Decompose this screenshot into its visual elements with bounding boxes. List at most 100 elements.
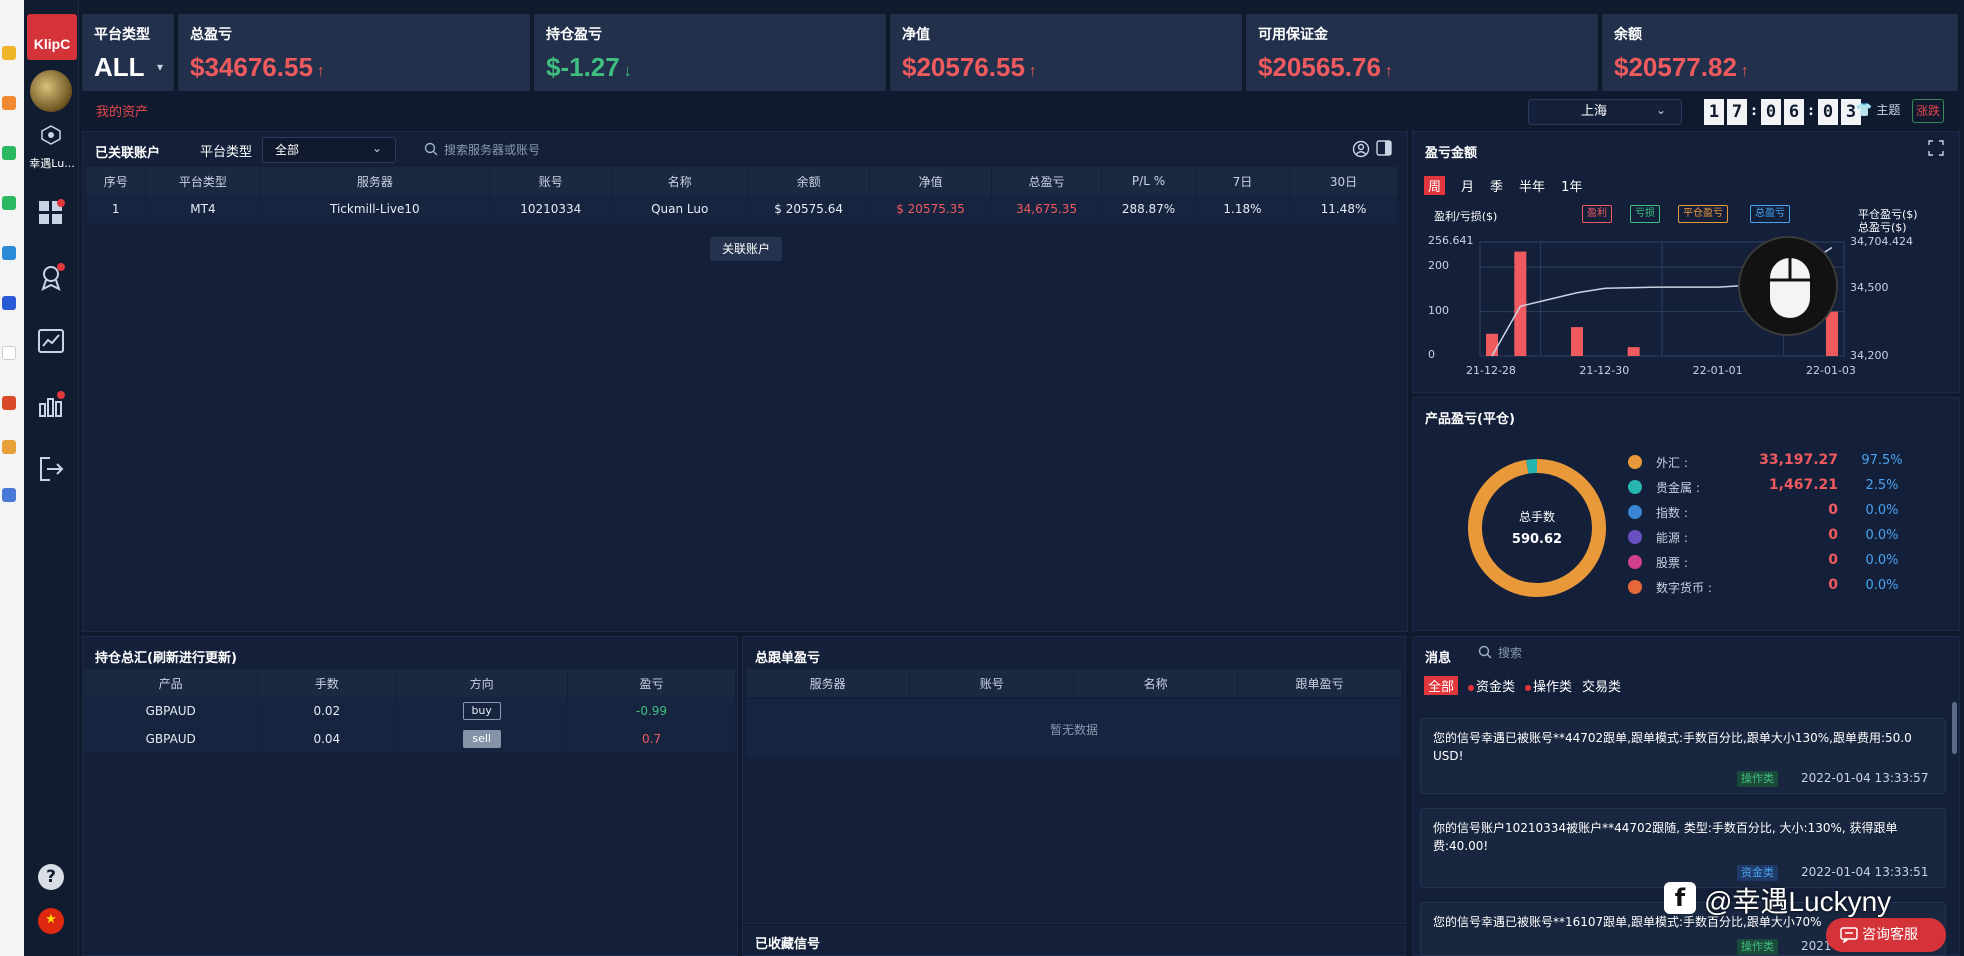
product-legend-row: 能源 : 0 0.0% — [1628, 527, 1928, 547]
tab-month[interactable]: 月 — [1461, 176, 1474, 195]
position-pnl-card: 持仓盈亏 $-1.27 ↓ — [534, 14, 886, 91]
message-item[interactable]: 你的信号账户10210334被账户**44702跟随, 类型:手数百分比, 大小… — [1420, 808, 1946, 888]
cell-pnl: 0.7 — [567, 725, 736, 753]
column-header: 30日 — [1289, 167, 1399, 195]
trend-chart-icon[interactable] — [36, 326, 66, 356]
product-percent: 0.0% — [1865, 578, 1899, 593]
legend-total-pnl[interactable]: 总盈亏 — [1750, 205, 1790, 223]
column-header: 平台类型 — [145, 167, 261, 195]
expand-icon[interactable] — [1928, 140, 1944, 156]
app-icon — [2, 396, 16, 410]
legend-dot — [1628, 455, 1642, 469]
product-value: 0 — [1828, 527, 1838, 543]
balance-value: $20577.82 ↑ — [1614, 52, 1749, 82]
theme-button[interactable]: 👕 主题 — [1856, 101, 1900, 118]
product-name: 能源 : — [1656, 531, 1688, 545]
cell-product: GBPAUD — [84, 725, 259, 753]
legend-closed-pnl[interactable]: 平仓盈亏 — [1678, 205, 1728, 223]
logout-icon[interactable] — [36, 454, 66, 484]
column-header: 账号 — [489, 167, 613, 195]
tab-funds[interactable]: 资金类 — [1468, 676, 1515, 695]
column-header: 服务器 — [746, 669, 911, 697]
product-percent: 0.0% — [1865, 503, 1899, 518]
equity-card: 净值 $20576.55 ↑ — [890, 14, 1242, 91]
product-value: 33,197.27 — [1759, 452, 1838, 468]
table-row[interactable]: 1 MT4 Tickmill-Live10 10210334 Quan Luo … — [86, 195, 1399, 223]
legend-loss[interactable]: 亏损 — [1630, 205, 1660, 223]
positions-summary-title: 持仓总汇(刷新进行更新) — [95, 651, 237, 666]
award-icon[interactable] — [36, 262, 66, 292]
total-pnl-value: $34676.55 ↑ — [190, 52, 325, 82]
platform-filter-label: 平台类型 — [200, 145, 253, 160]
clock: 1 7 : 0 6 : 0 3 — [1704, 99, 1861, 125]
legend-dot — [1628, 555, 1642, 569]
bookmark-icon — [2, 46, 16, 60]
table-row[interactable]: GBPAUD 0.04 sell 0.7 — [84, 725, 736, 753]
message-tag: 资金类 — [1737, 865, 1778, 881]
sidebar-toggle-icon[interactable] — [1376, 140, 1392, 156]
clock-digit: 0 — [1818, 99, 1838, 125]
help-icon[interactable]: ? — [38, 864, 64, 890]
product-pnl-title: 产品盈亏(平仓) — [1425, 412, 1515, 427]
y2-axis-tick-label: 34,704.424 — [1850, 235, 1913, 248]
free-margin-card: 可用保证金 $20565.76 ↑ — [1246, 14, 1598, 91]
donut-center-value: 590.62 — [1511, 532, 1563, 547]
message-time: 2022-01-04 13:33:51 — [1801, 865, 1929, 879]
tab-trades[interactable]: 交易类 — [1582, 676, 1621, 695]
messages-title: 消息 — [1425, 651, 1452, 666]
user-circle-icon[interactable] — [1352, 140, 1370, 158]
total-pnl-label: 总盈亏 — [190, 27, 232, 43]
tab-week[interactable]: 周 — [1424, 176, 1446, 195]
tab-all[interactable]: 全部 — [1424, 676, 1459, 695]
legend-dot — [1628, 480, 1642, 494]
message-search-input[interactable]: 搜索 — [1498, 644, 1522, 661]
unread-dot — [1525, 684, 1532, 691]
clock-digit: 1 — [1704, 99, 1724, 125]
column-header: 7日 — [1195, 167, 1290, 195]
klipc-logo[interactable]: KlipC — [27, 14, 77, 60]
avatar[interactable] — [30, 70, 72, 112]
scrollbar[interactable] — [1952, 702, 1957, 754]
message-item[interactable]: 您的信号幸遇已被账号**44702跟单,跟单模式:手数百分比,跟单大小130%,… — [1420, 718, 1946, 794]
notification-dot — [57, 199, 65, 207]
period-tabs: 周 月 季 半年 1年 — [1424, 176, 1582, 195]
column-header: 服务器 — [259, 167, 491, 195]
balance-card: 余额 $20577.82 ↑ — [1602, 14, 1958, 91]
follow-table: 服务器 账号 名称 跟单盈亏 — [746, 669, 1402, 697]
clock-colon: : — [1751, 104, 1757, 119]
tab-operations[interactable]: 操作类 — [1525, 676, 1572, 695]
product-percent: 97.5% — [1861, 453, 1903, 468]
unread-dot — [1468, 684, 1475, 691]
tab-year[interactable]: 1年 — [1561, 176, 1582, 195]
chevron-down-icon[interactable]: ▾ — [157, 60, 163, 74]
column-header: 账号 — [909, 669, 1075, 697]
product-value: 0 — [1828, 552, 1838, 568]
product-name: 外汇 : — [1656, 456, 1688, 470]
my-assets-link[interactable]: 我的资产 — [96, 101, 148, 120]
arrow-up-icon: ↑ — [1740, 63, 1749, 80]
dashboard-icon[interactable] — [36, 198, 66, 228]
table-row[interactable]: GBPAUD 0.02 buy -0.99 — [84, 697, 736, 725]
china-flag-icon[interactable]: ★ — [38, 908, 64, 934]
y2-axis-tick-label: 34,500 — [1850, 281, 1889, 295]
app-icon — [2, 146, 16, 160]
rise-fall-toggle[interactable]: 涨跌 — [1912, 99, 1944, 123]
bar-stats-icon[interactable] — [36, 390, 66, 420]
chart-bar — [1571, 327, 1583, 356]
cell-7d: 1.18% — [1195, 195, 1290, 223]
product-legend-row: 数字货币 : 0 0.0% — [1628, 577, 1928, 597]
tab-quarter[interactable]: 季 — [1490, 176, 1503, 195]
username: 幸遇Lu... — [29, 157, 75, 170]
platform-value-wrap[interactable]: ALL — [82, 14, 174, 91]
free-margin-label: 可用保证金 — [1258, 27, 1328, 43]
table-header-row: 产品 手数 方向 盈亏 — [84, 669, 736, 697]
search-input[interactable]: 搜索服务器或账号 — [444, 141, 540, 158]
column-header: 余额 — [747, 167, 871, 195]
column-header: 序号 — [86, 167, 147, 195]
link-account-button[interactable]: 关联账户 — [710, 237, 782, 261]
desktop-edge-strip — [0, 0, 24, 956]
legend-profit[interactable]: 盈利 — [1582, 205, 1612, 223]
y-axis-tick-label: 200 — [1428, 259, 1449, 273]
tab-half-year[interactable]: 半年 — [1519, 176, 1545, 195]
app-icon — [2, 246, 16, 260]
